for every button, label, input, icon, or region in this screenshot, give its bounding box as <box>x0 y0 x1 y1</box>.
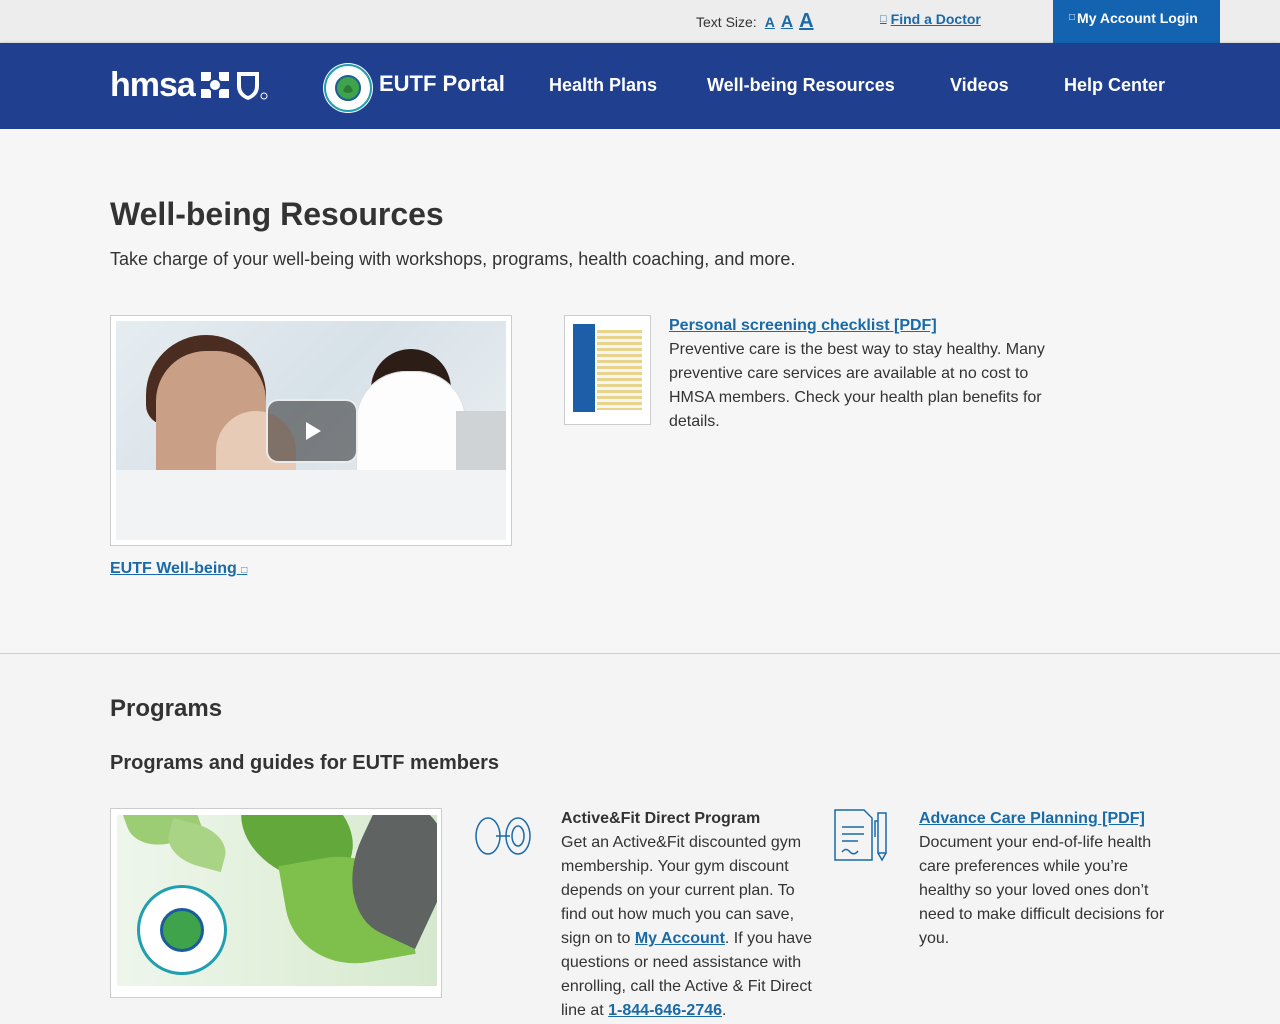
video-thumbnail[interactable] <box>116 321 506 540</box>
text-size-small-link[interactable]: A <box>765 14 775 30</box>
eutf-well-being-link[interactable]: EUTF Well-being □ <box>110 560 247 578</box>
portal-title[interactable]: EUTF Portal <box>379 71 505 97</box>
nav-item-well-being-resources[interactable]: Well-being Resources <box>707 75 895 96</box>
phone-link[interactable]: 1-844-646-2746 <box>608 1002 722 1019</box>
external-link-icon: □ <box>880 13 887 25</box>
programs-subtitle: Programs and guides for EUTF members <box>110 752 499 774</box>
play-icon <box>306 422 321 440</box>
text-size-medium-link[interactable]: A <box>781 12 793 32</box>
eutf-well-being-label: EUTF Well-being <box>110 560 237 577</box>
advance-care-planning-link[interactable]: Advance Care Planning [PDF] <box>919 810 1145 828</box>
nav-item-health-plans[interactable]: Health Plans <box>549 75 657 96</box>
text-size-control: Text Size: A A A <box>696 10 814 33</box>
eutf-badge-icon <box>324 64 372 112</box>
page-intro: Take charge of your well-being with work… <box>110 249 796 269</box>
active-fit-heading: Active&Fit Direct Program <box>561 810 761 827</box>
active-fit-description: Get an Active&Fit discounted gym members… <box>561 834 813 1019</box>
programs-image-card <box>110 808 442 998</box>
nav-item-videos[interactable]: Videos <box>950 75 1009 96</box>
blue-cross-shield-icon <box>200 72 268 100</box>
nav-item-help-center[interactable]: Help Center <box>1064 75 1165 96</box>
eutf-logo <box>323 63 373 113</box>
account-login-label: My Account Login <box>1077 10 1198 26</box>
text-size-label: Text Size: <box>696 14 757 30</box>
eutf-badge-icon <box>137 885 227 975</box>
checklist-thumbnail[interactable] <box>564 315 651 425</box>
programs-title: Programs <box>110 695 223 722</box>
find-doctor-label: Find a Doctor <box>890 11 981 27</box>
hero-section: Well-being Resources Take charge of your… <box>0 129 1280 654</box>
advance-care-planning-description: Document your end-of-life health care pr… <box>919 834 1165 947</box>
checklist-description: Preventive care is the best way to stay … <box>669 341 1045 430</box>
main-nav: hmsa EUTF Portal Health Plans Well-being… <box>0 43 1280 129</box>
page-title: Well-being Resources <box>110 196 444 232</box>
external-link-icon: □ <box>241 565 248 576</box>
personal-screening-checklist-link[interactable]: Personal screening checklist [PDF] <box>669 317 937 335</box>
video-card[interactable] <box>110 315 512 546</box>
hmsa-logo-text: hmsa <box>110 66 196 104</box>
utility-bar: Text Size: A A A □ Find a Doctor □ My Ac… <box>0 0 1280 43</box>
my-account-link[interactable]: My Account <box>635 930 725 947</box>
text-size-large-link[interactable]: A <box>799 10 813 33</box>
find-doctor-link[interactable]: □ Find a Doctor <box>880 11 981 27</box>
be-well-be-strong-image <box>117 815 437 986</box>
hmsa-logo[interactable]: hmsa <box>110 67 269 103</box>
programs-section: Programs Programs and guides for EUTF me… <box>0 655 1280 1024</box>
document-pen-icon <box>834 809 887 862</box>
dumbbell-icon <box>475 817 531 855</box>
lock-icon: □ <box>1069 12 1076 23</box>
account-login-button[interactable]: □ My Account Login <box>1053 0 1220 43</box>
play-button[interactable] <box>266 399 358 463</box>
